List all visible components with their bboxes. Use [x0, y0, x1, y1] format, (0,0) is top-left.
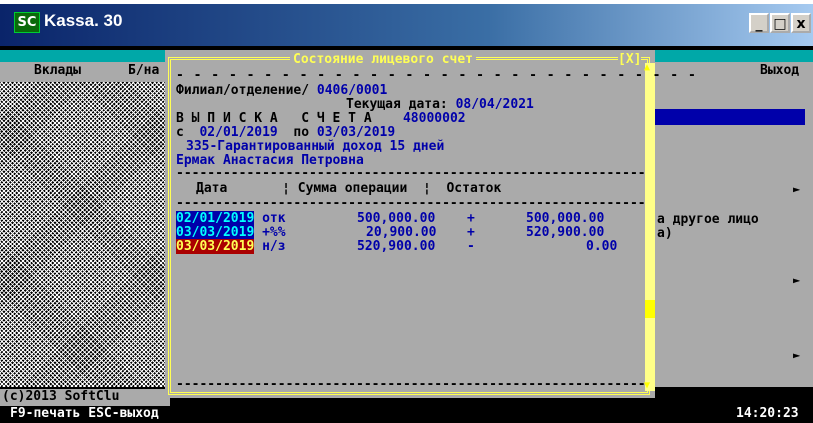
table-row-selected[interactable]: 03/03/2019 н/з: [176, 239, 286, 254]
app-icon: SC: [14, 12, 40, 33]
period-from-label: с: [176, 125, 184, 140]
row-balance: 500,000.00: [526, 211, 605, 226]
footer-rule: ----------------------------------------…: [176, 377, 646, 392]
window-title: Kassa. 30: [44, 11, 123, 30]
current-date-line: Текущая дата: 08/04/2021: [346, 97, 534, 112]
row-amount: 520,900.00: [357, 239, 436, 254]
col-date: Дата: [196, 181, 228, 196]
clock: 14:20:23: [736, 406, 799, 421]
row-balance: 520,900.00: [526, 225, 605, 240]
row-date: 03/03/2019: [176, 225, 255, 240]
copyright-text: (c)2013 SoftClu: [2, 389, 120, 404]
dialog-close-button[interactable]: [X]: [618, 52, 642, 67]
table-header: Дата ¦ Сумма операции ¦ Остаток: [196, 181, 501, 196]
row-sign: +: [467, 225, 475, 240]
row-date: 02/01/2019: [176, 211, 255, 226]
menu-item-cashless[interactable]: Б/на: [128, 63, 159, 78]
submenu-arrow-icon[interactable]: ►: [793, 182, 800, 196]
statement-line: В Ы П И С К А С Ч Е Т А 48000002: [176, 111, 466, 126]
row-amount: 20,900.00: [366, 225, 437, 240]
table-row[interactable]: 02/01/2019 отк: [176, 211, 286, 226]
row-amount: 500,000.00: [357, 211, 436, 226]
current-date-value: 08/04/2021: [455, 97, 534, 112]
submenu-arrow-icon[interactable]: ►: [793, 273, 800, 287]
table-row[interactable]: 03/03/2019 +%%: [176, 225, 286, 240]
row-code: отк: [262, 211, 286, 226]
branch-label: Филиал/отделение/: [176, 83, 310, 98]
branch-value: 0406/0001: [316, 83, 388, 98]
row-balance: 0.00: [586, 239, 618, 254]
menu-item-deposits[interactable]: Вклады: [34, 63, 81, 78]
menu-item-exit[interactable]: Выход: [760, 63, 799, 78]
right-panel: [655, 82, 813, 387]
col-amount: Сумма операции: [297, 181, 408, 196]
statement-label: В Ы П И С К А С Ч Е Т А: [176, 111, 372, 126]
scrollbar-thumb[interactable]: [645, 300, 655, 318]
right-panel-text-2: а): [657, 226, 673, 241]
dialog-title: Состояние лицевого счет: [290, 52, 477, 67]
period-to-label: по: [293, 125, 310, 140]
close-button[interactable]: x: [791, 13, 811, 33]
dialog-scrollbar[interactable]: [645, 63, 655, 391]
background-pattern: [0, 82, 165, 387]
period-to: 03/03/2019: [316, 125, 396, 140]
right-panel-selection[interactable]: [655, 109, 805, 125]
col-balance: Остаток: [446, 181, 502, 196]
branch-line: Филиал/отделение/ 0406/0001: [176, 83, 387, 98]
row-code: н/з: [262, 239, 286, 254]
right-panel-text-1: а другое лицо: [657, 212, 759, 227]
row-code: +%%: [262, 225, 286, 240]
key-hint: F9-печать ESC-выход: [10, 406, 159, 421]
header-rule: ----------------------------------------…: [176, 166, 646, 181]
row-date: 03/03/2019: [176, 239, 255, 254]
submenu-arrow-icon[interactable]: ►: [793, 348, 800, 362]
period-from: 02/01/2019: [199, 125, 278, 140]
top-dashes: - - - - - - - - - - - - - - - - - - - - …: [176, 68, 697, 83]
header-rule: ----------------------------------------…: [176, 196, 646, 211]
account-number: 48000002: [402, 111, 466, 126]
minimize-button[interactable]: _: [749, 13, 769, 33]
row-sign: -: [467, 239, 475, 254]
current-date-label: Текущая дата:: [346, 97, 448, 112]
period-line: с 02/01/2019 по 03/03/2019: [176, 125, 395, 140]
product-name: 335-Гарантированный доход 15 дней: [186, 139, 445, 154]
col-sep: ¦: [423, 181, 431, 196]
col-sep: ¦: [282, 181, 290, 196]
row-sign: +: [467, 211, 475, 226]
maximize-button[interactable]: □: [770, 13, 790, 33]
